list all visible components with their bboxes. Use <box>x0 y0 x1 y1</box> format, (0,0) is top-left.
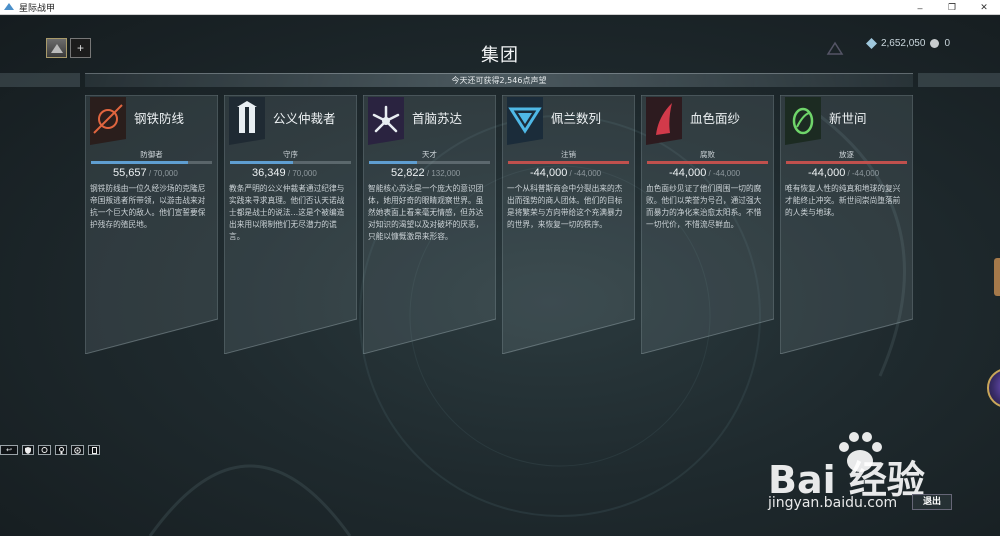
syndicate-rank: 放逐 <box>839 150 854 159</box>
standing-progress-fill <box>91 161 188 164</box>
window-title: 星际战甲 <box>19 3 56 14</box>
syndicate-name: 钢铁防线 <box>134 111 185 126</box>
syndicate-description: 唯有恢复人性的纯真和地球的复兴才能终止冲突。新世间崇尚堕落前的人类与地球。 <box>785 184 901 217</box>
standing-current: 36,349 <box>252 167 286 179</box>
syndicate-card[interactable]: 首脑苏达天才 52,822 / 132,000 智能核心苏达是一个庞大的意识团体，她… <box>363 95 496 354</box>
page-title: 集团 <box>481 45 519 66</box>
syndicate-name: 佩兰数列 <box>551 111 602 126</box>
platinum-icon <box>865 38 877 49</box>
syndicate-card[interactable]: 钢铁防线防御者 55,657 / 70,000 钢铁防线由一位久经沙场的克隆尼帝国叛… <box>85 95 218 354</box>
right-strip <box>918 73 1000 87</box>
standing-progress-fill <box>230 161 293 164</box>
game-screen: + 集团 2,652,050 0 今天还可获得2,546点声望 钢铁防线 防御者 5… <box>0 16 1000 536</box>
platinum-amount: 2,652,050 <box>880 38 926 49</box>
baidu-watermark: Bai 经验 jingyan.baidu.com <box>768 429 968 536</box>
syndicate-description: 教条严明的公义仲裁者通过纪律与实践来寻求真理。他们否认天诺战士都是战士的说法…这… <box>229 184 345 241</box>
standing-max: / 70,000 <box>285 169 317 178</box>
watermark-url: jingyan.baidu.com <box>768 495 898 511</box>
window-titlebar: 星际战甲 – ❐ ✕ <box>0 0 1000 15</box>
standing-max: / -44,000 <box>845 169 880 178</box>
standing-current: -44,000 <box>808 167 846 179</box>
syndicate-description: 智能核心苏达是一个庞大的意识团体，她用好奇的眼睛观察世界。虽然她表面上看来毫无情… <box>368 184 484 241</box>
close-button[interactable]: ✕ <box>968 0 1000 15</box>
app-icon <box>4 3 14 10</box>
standing-progress-bar <box>369 161 490 164</box>
standing-current: 52,822 <box>391 167 425 179</box>
syndicate-card[interactable]: 血色面纱腐败 -44,000 / -44,000 血色面纱见证了他们周围一切的腐败。… <box>641 95 774 354</box>
syndicate-rank: 注销 <box>561 150 576 159</box>
standing-progress-bar <box>647 161 768 164</box>
syndicate-name: 血色面纱 <box>690 111 741 126</box>
syndicate-description: 钢铁防线由一位久经沙场的克隆尼帝国叛逃者所带领，以游击战来对抗一个巨大的敌人。他… <box>90 184 206 229</box>
standing-progress-fill <box>647 161 768 164</box>
perrin-sequence-icon <box>507 97 543 145</box>
minimize-button[interactable]: – <box>904 0 936 15</box>
syndicate-card[interactable]: 佩兰数列注销 -44,000 / -44,000 一个从科普斯商会中分裂出来的杰出而… <box>502 95 635 354</box>
maximize-button[interactable]: ❐ <box>936 0 968 15</box>
left-strip <box>0 73 80 87</box>
standing-value: 55,657 / 70,000 <box>113 167 178 179</box>
standing-progress-bar <box>508 161 629 164</box>
syndicate-card[interactable]: 新世间放逐 -44,000 / -44,000 唯有恢复人性的纯真和地球的复兴才能终… <box>780 95 913 354</box>
standing-max: / -44,000 <box>706 169 741 178</box>
bottom-toolbar: ↩ <box>0 445 100 455</box>
standing-value: -44,000 / -44,000 <box>808 167 879 179</box>
syndicate-card[interactable]: 公义仲裁者守序 36,349 / 70,000 教条严明的公义仲裁者通过纪律与实践来… <box>224 95 357 354</box>
exit-button[interactable]: 退出 <box>912 494 952 510</box>
steel-meridian-icon <box>90 97 126 145</box>
codex-icon[interactable] <box>88 445 100 455</box>
syndicate-name: 公义仲裁者 <box>273 111 336 126</box>
standing-progress-bar <box>786 161 907 164</box>
emblem-icon[interactable] <box>71 445 84 455</box>
credits-icon <box>930 39 940 48</box>
standing-current: 55,657 <box>113 167 147 179</box>
red-veil-icon <box>646 97 682 145</box>
currency-display: 2,652,050 0 <box>865 38 950 49</box>
standing-value: 36,349 / 70,000 <box>252 167 317 179</box>
helmet-icon[interactable] <box>38 445 51 455</box>
arbiters-of-hexis-icon <box>229 97 265 145</box>
syndicate-rank: 守序 <box>283 150 298 159</box>
standing-max: / 132,000 <box>424 169 461 178</box>
syndicate-rank: 天才 <box>422 150 437 159</box>
daily-standing-notice: 今天还可获得2,546点声望 <box>85 73 913 87</box>
standing-current: -44,000 <box>530 167 568 179</box>
syndicate-description: 血色面纱见证了他们周围一切的腐败。他们以荣誉为号召，通过强大而暴力的净化来治愈太… <box>646 184 762 229</box>
standing-progress-bar <box>230 161 351 164</box>
lightbulb-icon[interactable] <box>55 445 67 455</box>
standing-current: -44,000 <box>669 167 707 179</box>
standing-value: 52,822 / 132,000 <box>391 167 460 179</box>
new-loka-icon <box>785 97 821 145</box>
cephalon-suda-icon <box>368 97 404 145</box>
other-currency-amount: 0 <box>944 38 950 49</box>
syndicate-name: 首脑苏达 <box>412 111 463 126</box>
standing-progress-fill <box>508 161 629 164</box>
shield-icon[interactable] <box>22 445 34 455</box>
standing-max: / -44,000 <box>567 169 602 178</box>
standing-value: -44,000 / -44,000 <box>530 167 601 179</box>
standing-value: -44,000 / -44,000 <box>669 167 740 179</box>
syndicate-description: 一个从科普斯商会中分裂出来的杰出而强势的商人团体。他们的目标是将繁荣与方向带给这… <box>507 184 623 229</box>
standing-progress-bar <box>91 161 212 164</box>
standing-progress-fill <box>786 161 907 164</box>
mastery-icon <box>826 41 844 55</box>
syndicate-rank: 防御者 <box>140 150 163 159</box>
back-key-button[interactable]: ↩ <box>0 445 18 455</box>
standing-max: / 70,000 <box>146 169 178 178</box>
syndicate-rank: 腐败 <box>700 150 715 159</box>
standing-progress-fill <box>369 161 418 164</box>
syndicate-name: 新世间 <box>829 111 867 126</box>
scroll-handle[interactable] <box>994 258 1000 296</box>
